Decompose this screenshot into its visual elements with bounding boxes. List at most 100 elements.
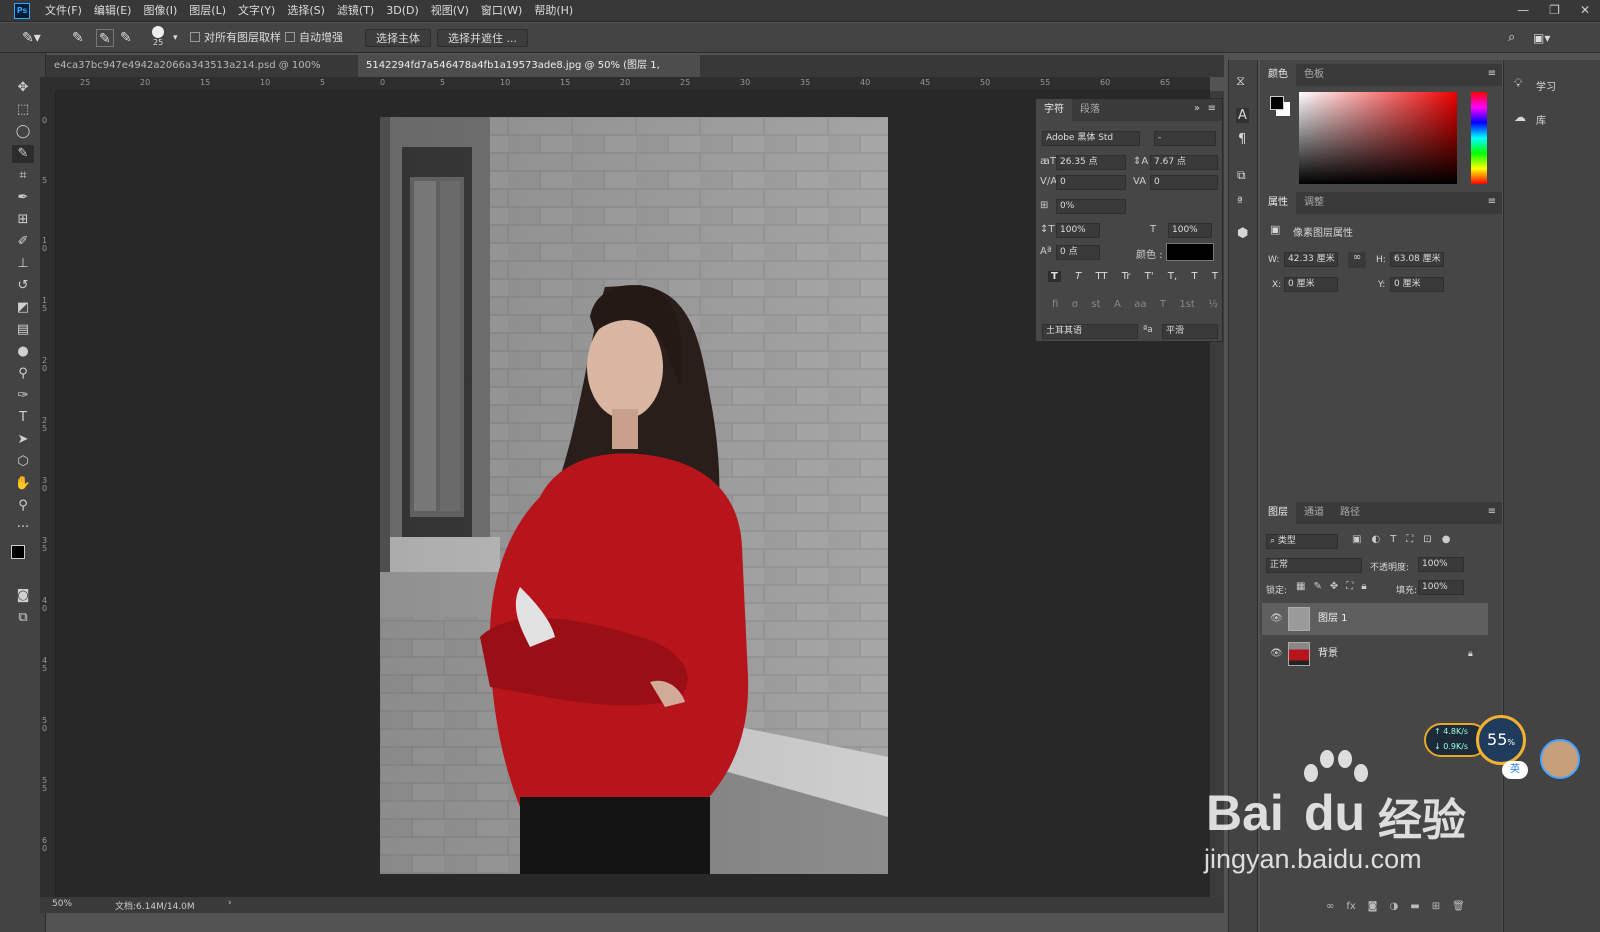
quick-select-tool-icon[interactable]: ✎ (12, 145, 34, 163)
eye-icon[interactable]: 👁︎ (1270, 603, 1283, 635)
horizontal-scale-field[interactable]: 100% (1168, 223, 1212, 238)
image-filter-icon[interactable]: ▣ (1352, 534, 1361, 545)
quick-mask-icon[interactable]: ◙ (12, 587, 34, 605)
opentype-button[interactable]: T (1160, 299, 1166, 310)
paragraph-panel-icon[interactable]: ¶ (1238, 132, 1246, 147)
learn-icon[interactable]: 💡︎ (1514, 76, 1522, 91)
opentype-button[interactable]: aa (1134, 299, 1146, 310)
opentype-button[interactable]: fi (1052, 299, 1058, 310)
tab-character[interactable]: 字符 (1036, 99, 1072, 121)
baseline-field[interactable]: 0 点 (1056, 245, 1100, 260)
text-color-swatch[interactable] (1166, 243, 1214, 261)
trash-icon[interactable]: 🗑︎ (1452, 901, 1465, 912)
minimize-button[interactable]: — (1517, 0, 1529, 22)
opentype-button[interactable]: A (1114, 299, 1121, 310)
panel-menu-icon[interactable]: ≡ (1488, 68, 1496, 79)
type-style-button[interactable]: T (1048, 271, 1061, 282)
eye-icon[interactable]: 👁︎ (1270, 638, 1283, 670)
eyedropper-tool-icon[interactable]: ✒ (12, 189, 34, 207)
tab-channels[interactable]: 通道 (1296, 502, 1332, 524)
menu-item[interactable]: 文件(F) (45, 0, 82, 22)
lock-pixels-icon[interactable]: ✎ (1313, 581, 1321, 592)
select-subject-button[interactable]: 选择主体 (365, 29, 431, 47)
hue-slider[interactable] (1471, 92, 1487, 184)
link-icon[interactable]: ∞ (1348, 252, 1366, 268)
lasso-tool-icon[interactable]: ◯ (12, 123, 34, 141)
height-field[interactable]: 63.08 厘米 (1390, 252, 1444, 267)
screen-mode-icon[interactable]: ⧉ (12, 609, 34, 627)
link-icon[interactable]: ∞ (1326, 901, 1334, 912)
tab-properties[interactable]: 属性 (1260, 192, 1296, 214)
tab-jpg-document[interactable]: 5142294fd7a546478a4fb1a19573ade8.jpg @ 5… (358, 55, 700, 93)
library-icon[interactable]: ☁︎ (1514, 110, 1526, 124)
dodge-tool-icon[interactable]: ⚲ (12, 365, 34, 383)
opentype-button[interactable]: ½ (1208, 299, 1218, 310)
tracking-field[interactable]: 0 (1150, 175, 1218, 190)
select-and-mask-button[interactable]: 选择并遮住 ... (437, 29, 528, 47)
type-style-button[interactable]: T, (1168, 271, 1177, 282)
styles-panel-icon[interactable]: ª (1237, 194, 1243, 208)
layer-row-layer1[interactable]: 👁︎ 图层 1 (1262, 603, 1488, 635)
adjust-icon[interactable]: ◑ (1390, 901, 1399, 912)
tsume-field[interactable]: 0% (1056, 199, 1126, 214)
font-style-select[interactable]: - (1154, 131, 1216, 146)
layer-row-background[interactable]: 👁︎ 背景 🔒︎ (1262, 638, 1488, 670)
move-tool-icon[interactable]: ✥ (12, 79, 34, 97)
foreground-color-swatch[interactable] (11, 545, 25, 559)
shape-filter-icon[interactable]: ⛶ (1406, 534, 1413, 545)
type-style-button[interactable]: T (1212, 271, 1218, 282)
brush-tool-icon[interactable]: ✐ (12, 233, 34, 251)
width-field[interactable]: 42.33 厘米 (1284, 252, 1338, 267)
3d-panel-icon[interactable]: ⬢ (1237, 226, 1248, 241)
foreground-color-swatch[interactable] (1270, 96, 1284, 110)
glyphs-panel-icon[interactable]: ⧉ (1237, 168, 1246, 183)
stamp-tool-icon[interactable]: ⊥ (12, 255, 34, 273)
menu-item[interactable]: 3D(D) (386, 0, 419, 22)
menu-item[interactable]: 文字(Y) (238, 0, 275, 22)
adjustment-filter-icon[interactable]: ◐ (1371, 534, 1380, 545)
type-style-button[interactable]: Tr (1122, 271, 1131, 282)
vertical-scale-field[interactable]: 100% (1056, 223, 1100, 238)
auto-enhance-checkbox[interactable]: 自动增强 (285, 29, 343, 47)
opacity-field[interactable]: 100% (1418, 557, 1464, 572)
sample-all-layers-checkbox[interactable]: 对所有图层取样 (190, 29, 281, 47)
blur-tool-icon[interactable]: ● (12, 343, 34, 361)
tab-adjustments[interactable]: 调整 (1296, 192, 1332, 214)
lock-all-icon[interactable]: 🔒︎ (1361, 581, 1366, 592)
leading-field[interactable]: 7.67 点 (1150, 155, 1218, 170)
new-layer-icon[interactable]: ⊞ (1432, 901, 1440, 912)
eraser-tool-icon[interactable]: ◩ (12, 299, 34, 317)
shape-tool-icon[interactable]: ⬡ (12, 453, 34, 471)
tab-swatches[interactable]: 色板 (1296, 64, 1332, 86)
lock-position-icon[interactable]: ✥ (1330, 581, 1338, 592)
tab-psd-document[interactable]: e4ca37bc947e4942a2066a343513a214.psd @ 1… (46, 55, 356, 93)
mask-icon[interactable]: ◙ (1368, 901, 1378, 912)
new-selection-icon[interactable]: ✎ (72, 29, 84, 47)
chevron-down-icon[interactable]: ▾ (173, 29, 178, 47)
layer-filter-select[interactable]: ⌕ 类型 (1266, 534, 1338, 549)
type-style-button[interactable]: T' (1145, 271, 1154, 282)
collapse-icon[interactable]: » (1194, 103, 1200, 114)
tab-paths[interactable]: 路径 (1332, 502, 1368, 524)
kerning-field[interactable]: 0 (1056, 175, 1126, 190)
menu-item[interactable]: 窗口(W) (481, 0, 522, 22)
crop-tool-icon[interactable]: ⌗ (12, 167, 34, 185)
type-tool-icon[interactable]: T (12, 409, 34, 427)
filter-toggle-icon[interactable]: ● (1442, 534, 1451, 545)
color-field[interactable] (1299, 92, 1457, 184)
library-label[interactable]: 库 (1536, 112, 1546, 127)
zoom-tool-icon[interactable]: ⚲ (12, 497, 34, 515)
tab-layers[interactable]: 图层 (1260, 502, 1296, 524)
tab-paragraph[interactable]: 段落 (1072, 99, 1108, 121)
smart-filter-icon[interactable]: ⊡ (1423, 534, 1431, 545)
workspace-icon[interactable]: ▣▾ (1533, 29, 1550, 47)
font-size-field[interactable]: 26.35 点 (1056, 155, 1126, 170)
menu-item[interactable]: 视图(V) (431, 0, 469, 22)
menu-item[interactable]: 图像(I) (143, 0, 177, 22)
menu-item[interactable]: 帮助(H) (534, 0, 573, 22)
type-style-button[interactable]: T (1075, 271, 1081, 282)
frame-tool-icon[interactable]: ⊞ (12, 211, 34, 229)
document-image[interactable] (380, 117, 888, 874)
history-brush-icon[interactable]: ↺ (12, 277, 34, 295)
close-button[interactable]: ✕ (1580, 0, 1590, 22)
